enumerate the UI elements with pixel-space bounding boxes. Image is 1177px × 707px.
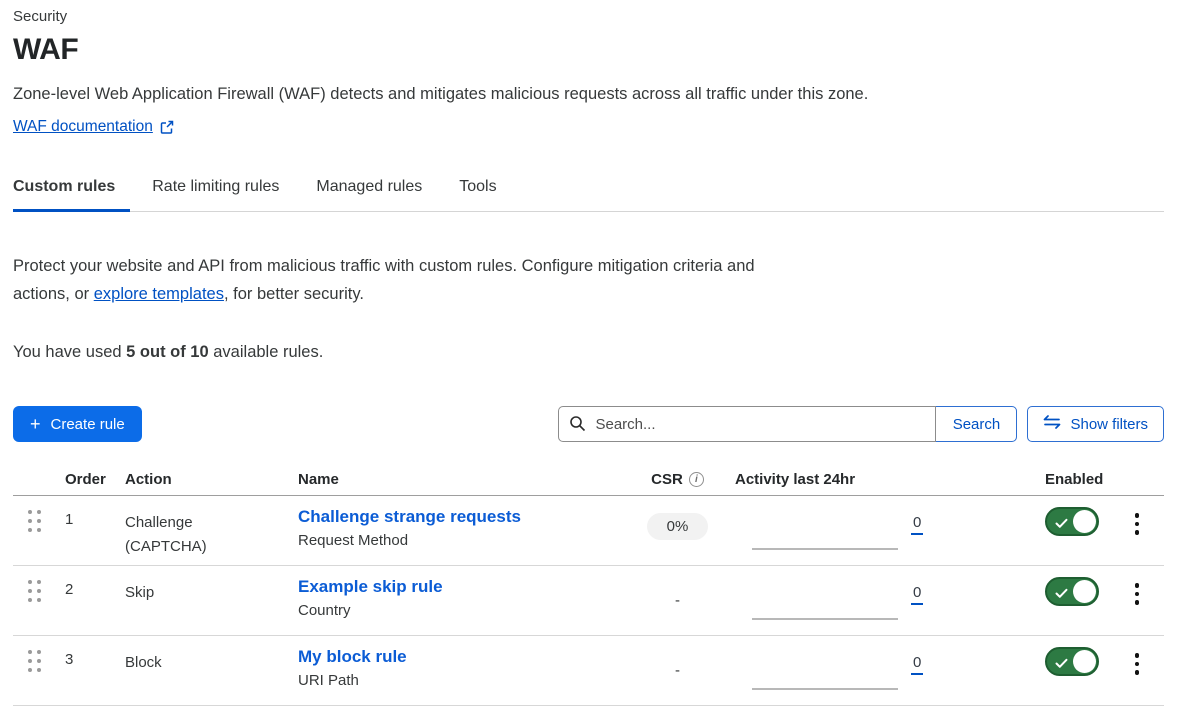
tab-bar: Custom rules Rate limiting rules Managed… bbox=[13, 168, 1164, 212]
info-icon[interactable]: i bbox=[689, 472, 704, 487]
enabled-toggle[interactable] bbox=[1045, 507, 1099, 536]
csr-value: - bbox=[675, 592, 680, 609]
csr-value: - bbox=[675, 662, 680, 679]
intro-text-after: , for better security. bbox=[224, 285, 364, 303]
row-menu-button[interactable] bbox=[1129, 511, 1146, 565]
create-rule-label: Create rule bbox=[51, 416, 125, 433]
check-icon bbox=[1055, 586, 1068, 603]
header-activity: Activity last 24hr bbox=[725, 471, 1030, 488]
header-name: Name bbox=[288, 471, 630, 488]
rule-name-link[interactable]: Challenge strange requests bbox=[298, 507, 521, 527]
tab-rate-limiting-rules[interactable]: Rate limiting rules bbox=[152, 168, 294, 212]
activity-sparkline bbox=[752, 548, 898, 550]
row-menu-button[interactable] bbox=[1129, 581, 1146, 635]
header-csr-label: CSR bbox=[651, 471, 683, 488]
show-filters-label: Show filters bbox=[1070, 416, 1148, 433]
show-filters-button[interactable]: Show filters bbox=[1027, 406, 1164, 442]
usage-prefix: You have used bbox=[13, 343, 126, 361]
rule-action: Skip bbox=[115, 566, 288, 635]
toggle-knob bbox=[1073, 650, 1096, 673]
table-row: 3 Block My block rule URI Path - 0 bbox=[13, 636, 1164, 706]
drag-handle-icon[interactable] bbox=[28, 510, 41, 565]
tab-custom-rules[interactable]: Custom rules bbox=[13, 168, 130, 212]
toggle-knob bbox=[1073, 510, 1096, 533]
explore-templates-link[interactable]: explore templates bbox=[94, 285, 224, 303]
rules-toolbar: + Create rule Search bbox=[13, 406, 1164, 442]
table-header-row: Order Action Name CSR i Activity last 24… bbox=[13, 463, 1164, 496]
waf-page: Security WAF Zone-level Web Application … bbox=[0, 0, 1177, 706]
check-icon bbox=[1055, 656, 1068, 673]
rule-name-link[interactable]: My block rule bbox=[298, 647, 407, 667]
enabled-toggle[interactable] bbox=[1045, 577, 1099, 606]
drag-handle-icon[interactable] bbox=[28, 580, 41, 635]
rule-order: 2 bbox=[55, 566, 115, 635]
check-icon bbox=[1055, 516, 1068, 533]
intro-text: Protect your website and API from malici… bbox=[13, 252, 758, 308]
search-icon bbox=[569, 415, 586, 437]
waf-documentation-link[interactable]: WAF documentation bbox=[13, 118, 174, 136]
page-description: Zone-level Web Application Firewall (WAF… bbox=[13, 85, 1164, 104]
external-link-icon bbox=[160, 120, 174, 134]
usage-count: 5 out of 10 bbox=[126, 343, 209, 361]
swap-arrows-icon bbox=[1043, 415, 1061, 433]
csr-badge: 0% bbox=[647, 513, 709, 540]
usage-text: You have used 5 out of 10 available rule… bbox=[13, 343, 1164, 362]
breadcrumb: Security bbox=[13, 0, 1164, 25]
rule-order: 1 bbox=[55, 496, 115, 565]
plus-icon: + bbox=[30, 415, 41, 433]
tab-tools[interactable]: Tools bbox=[459, 168, 511, 212]
header-csr: CSR i bbox=[630, 471, 725, 488]
rule-order: 3 bbox=[55, 636, 115, 705]
rule-name-link[interactable]: Example skip rule bbox=[298, 577, 443, 597]
page-title: WAF bbox=[13, 33, 1164, 67]
activity-sparkline bbox=[752, 618, 898, 620]
tab-managed-rules[interactable]: Managed rules bbox=[316, 168, 437, 212]
search-group: Search bbox=[558, 406, 1017, 442]
header-enabled: Enabled bbox=[1030, 471, 1110, 488]
rules-table: Order Action Name CSR i Activity last 24… bbox=[13, 463, 1164, 706]
rule-action: Block bbox=[115, 636, 288, 705]
search-button[interactable]: Search bbox=[935, 406, 1017, 442]
table-row: 2 Skip Example skip rule Country - 0 bbox=[13, 566, 1164, 636]
header-order: Order bbox=[55, 471, 115, 488]
drag-handle-icon[interactable] bbox=[28, 650, 41, 705]
activity-count-link[interactable]: 0 bbox=[911, 654, 923, 675]
activity-sparkline bbox=[752, 688, 898, 690]
activity-count-link[interactable]: 0 bbox=[911, 514, 923, 535]
activity-count-link[interactable]: 0 bbox=[911, 584, 923, 605]
table-row: 1 Challenge (CAPTCHA) Challenge strange … bbox=[13, 496, 1164, 566]
rule-field: Country bbox=[298, 602, 630, 619]
rule-action: Challenge (CAPTCHA) bbox=[115, 496, 288, 565]
usage-suffix: available rules. bbox=[209, 343, 324, 361]
waf-documentation-label: WAF documentation bbox=[13, 118, 153, 136]
create-rule-button[interactable]: + Create rule bbox=[13, 406, 142, 442]
enabled-toggle[interactable] bbox=[1045, 647, 1099, 676]
search-input[interactable] bbox=[558, 406, 936, 442]
toggle-knob bbox=[1073, 580, 1096, 603]
header-action: Action bbox=[115, 471, 288, 488]
rule-field: URI Path bbox=[298, 672, 630, 689]
row-menu-button[interactable] bbox=[1129, 651, 1146, 705]
rule-field: Request Method bbox=[298, 532, 630, 549]
